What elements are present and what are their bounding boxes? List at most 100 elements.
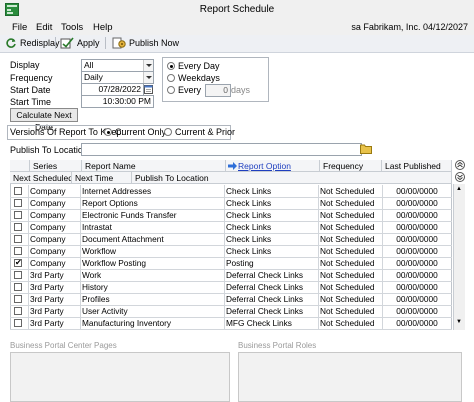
header-last-published[interactable]: Last Published <box>382 160 452 172</box>
column-divider <box>28 209 29 221</box>
current-prior-radio[interactable] <box>164 128 172 136</box>
cell-name: Report Options <box>82 198 138 208</box>
cell-series: 3rd Party <box>30 294 64 304</box>
column-divider <box>80 245 81 257</box>
cell-series: Company <box>30 222 66 232</box>
start-time-field[interactable]: 10:30:00 PM <box>81 95 154 108</box>
row-checkbox[interactable] <box>14 257 22 269</box>
column-divider <box>382 269 383 281</box>
row-checkbox[interactable] <box>14 271 22 279</box>
row-checkbox[interactable] <box>14 283 22 291</box>
column-divider <box>80 221 81 233</box>
menu-tools[interactable]: Tools <box>61 22 83 33</box>
current-only-radio[interactable] <box>104 128 112 136</box>
every-day-radio[interactable] <box>167 62 175 70</box>
cell-series: Company <box>30 246 66 256</box>
apply-label: Apply <box>77 38 100 48</box>
cell-last: 00/00/0000 <box>396 198 438 208</box>
scroll-up-arrow[interactable]: ▲ <box>456 186 462 192</box>
cell-option: Deferral Check Links <box>226 294 304 304</box>
cell-name: Workflow Posting <box>82 258 146 268</box>
header-report-option[interactable]: Report Option <box>226 160 320 172</box>
apply-button[interactable]: Apply <box>60 36 100 50</box>
redisplay-button[interactable]: Redisplay <box>5 36 60 50</box>
grid-scrollbar[interactable] <box>453 184 465 330</box>
header-report-name[interactable]: Report Name <box>82 160 226 172</box>
portal-roles-title: Business Portal Roles <box>238 341 317 350</box>
table-row[interactable]: 3rd Party Manufacturing Inventory MFG Chec… <box>10 317 452 330</box>
arrow-right-icon <box>228 162 237 170</box>
start-time-label: Start Time <box>10 97 52 107</box>
publish-location-field[interactable] <box>81 143 362 156</box>
report-option-link[interactable]: Report Option <box>238 161 291 171</box>
cell-option: Posting <box>226 258 254 268</box>
column-divider <box>224 317 225 329</box>
cell-name: Profiles <box>82 294 110 304</box>
menu-edit[interactable]: Edit <box>36 22 52 33</box>
chevron-down-icon[interactable] <box>143 72 153 83</box>
menu-file[interactable]: File <box>12 22 27 33</box>
window-title: Report Schedule <box>199 4 275 15</box>
start-date-value: 07/28/2022 <box>98 84 141 94</box>
row-checkbox[interactable] <box>14 223 22 231</box>
row-checkbox[interactable] <box>14 199 22 207</box>
column-divider <box>28 281 29 293</box>
cell-frequency: Not Scheduled <box>320 234 375 244</box>
header-frequency[interactable]: Frequency <box>320 160 382 172</box>
cell-frequency: Not Scheduled <box>320 270 375 280</box>
frequency-label: Frequency <box>10 73 53 83</box>
header-check-column <box>10 160 30 172</box>
calculate-next-date-button[interactable]: Calculate Next Date <box>10 108 78 132</box>
chevron-down-icon[interactable] <box>143 60 153 71</box>
cell-series: 3rd Party <box>30 282 64 292</box>
row-checkbox[interactable] <box>14 247 22 255</box>
cell-name: Electronic Funds Transfer <box>82 210 177 220</box>
row-checkbox[interactable] <box>14 295 22 303</box>
cell-frequency: Not Scheduled <box>320 210 375 220</box>
row-checkbox[interactable] <box>14 319 22 327</box>
cell-last: 00/00/0000 <box>396 186 438 196</box>
cell-name: User Activity <box>82 306 128 316</box>
display-value: All <box>84 60 94 70</box>
row-checkbox[interactable] <box>14 187 22 195</box>
cell-option: Check Links <box>226 246 272 256</box>
row-checkbox[interactable] <box>14 307 22 315</box>
cell-name: Internet Addresses <box>82 186 152 196</box>
collapse-up-icon[interactable] <box>455 160 465 170</box>
cell-last: 00/00/0000 <box>396 270 438 280</box>
every-days-value: 0 <box>223 85 228 95</box>
column-divider <box>382 293 383 305</box>
column-divider <box>318 269 319 281</box>
scroll-down-arrow[interactable]: ▼ <box>456 319 462 325</box>
row-checkbox[interactable] <box>14 211 22 219</box>
header-series[interactable]: Series <box>30 160 82 172</box>
expand-down-icon[interactable] <box>455 172 465 182</box>
redisplay-label: Redisplay <box>20 38 60 48</box>
cell-last: 00/00/0000 <box>396 246 438 256</box>
header-next-scheduled[interactable]: Next Scheduled <box>10 172 72 184</box>
cell-frequency: Not Scheduled <box>320 198 375 208</box>
weekdays-radio[interactable] <box>167 74 175 82</box>
portal-pages-list[interactable] <box>10 352 230 402</box>
menu-help[interactable]: Help <box>93 22 113 33</box>
every-n-days-radio[interactable] <box>167 86 175 94</box>
header-next-time[interactable]: Next Time <box>72 172 132 184</box>
folder-icon[interactable] <box>360 143 372 154</box>
publish-now-button[interactable]: Publish Now <box>112 36 179 50</box>
portal-roles-list[interactable] <box>238 352 462 402</box>
column-divider <box>318 209 319 221</box>
start-time-value: 10:30:00 PM <box>102 96 151 106</box>
header-publish-to[interactable]: Publish To Location <box>132 172 452 184</box>
cell-last: 00/00/0000 <box>396 282 438 292</box>
cell-frequency: Not Scheduled <box>320 222 375 232</box>
cell-last: 00/00/0000 <box>396 234 438 244</box>
cell-frequency: Not Scheduled <box>320 318 375 328</box>
calendar-icon[interactable] <box>144 84 153 94</box>
cell-series: Company <box>30 198 66 208</box>
column-divider <box>318 197 319 209</box>
column-divider <box>28 245 29 257</box>
row-checkbox[interactable] <box>14 235 22 243</box>
publish-now-label: Publish Now <box>129 38 180 48</box>
column-divider <box>318 305 319 317</box>
every-days-field[interactable]: 0 <box>205 84 231 97</box>
